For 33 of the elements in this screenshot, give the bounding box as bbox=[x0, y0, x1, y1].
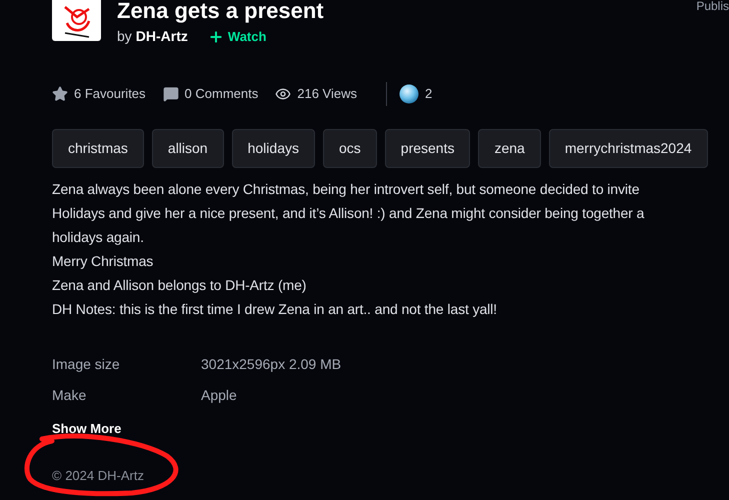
star-icon bbox=[52, 86, 68, 102]
show-more-button[interactable]: Show More bbox=[52, 419, 122, 438]
description-line: Holidays and give her a nice present, and it’s Allison! :) and Zena might consider being together a bbox=[52, 204, 646, 223]
detail-label: Make bbox=[52, 386, 88, 405]
stat-label: 0 Comments bbox=[184, 85, 258, 104]
by-label: by bbox=[117, 27, 132, 46]
description-line: DH Notes: this is the first time I drew Zena in an art.. and not the last yall! bbox=[52, 300, 498, 319]
tag-chip[interactable]: allison bbox=[152, 129, 224, 168]
gem-icon bbox=[399, 84, 419, 104]
tag-chip[interactable]: presents bbox=[384, 129, 470, 168]
watch-button[interactable]: Watch bbox=[208, 26, 266, 46]
author-link[interactable]: DH-Artz bbox=[136, 26, 188, 47]
eye-icon bbox=[275, 86, 292, 102]
detail-value: Apple bbox=[201, 386, 237, 405]
tag-chip[interactable]: zena bbox=[478, 129, 541, 168]
detail-value: 3021x2596px 2.09 MB bbox=[201, 355, 342, 374]
stat-label: 6 Favourites bbox=[74, 85, 146, 104]
tag-chip[interactable]: ocs bbox=[322, 129, 377, 168]
published-label: Publis bbox=[696, 0, 729, 12]
artwork-title: Zena gets a present bbox=[117, 0, 324, 22]
description-line: Zena always been alone every Christmas, being her introvert self, but someone decided to invite bbox=[52, 180, 640, 199]
description-line: holidays again. bbox=[52, 228, 145, 247]
tag-chip[interactable]: christmas bbox=[52, 129, 144, 168]
plus-icon bbox=[208, 28, 224, 44]
tag-chip[interactable]: holidays bbox=[232, 129, 315, 168]
stat-label: 2 bbox=[425, 85, 432, 104]
comment-icon bbox=[162, 86, 179, 102]
tag-chip[interactable]: merrychristmas2024 bbox=[548, 129, 708, 168]
description-line: Merry Christmas bbox=[52, 252, 154, 271]
description-line: Zena and Allison belongs to DH-Artz (me) bbox=[52, 276, 308, 295]
copyright-text: © 2024 DH-Artz bbox=[52, 468, 144, 483]
detail-label: Image size bbox=[52, 355, 121, 374]
stat-label: 216 Views bbox=[297, 85, 357, 104]
